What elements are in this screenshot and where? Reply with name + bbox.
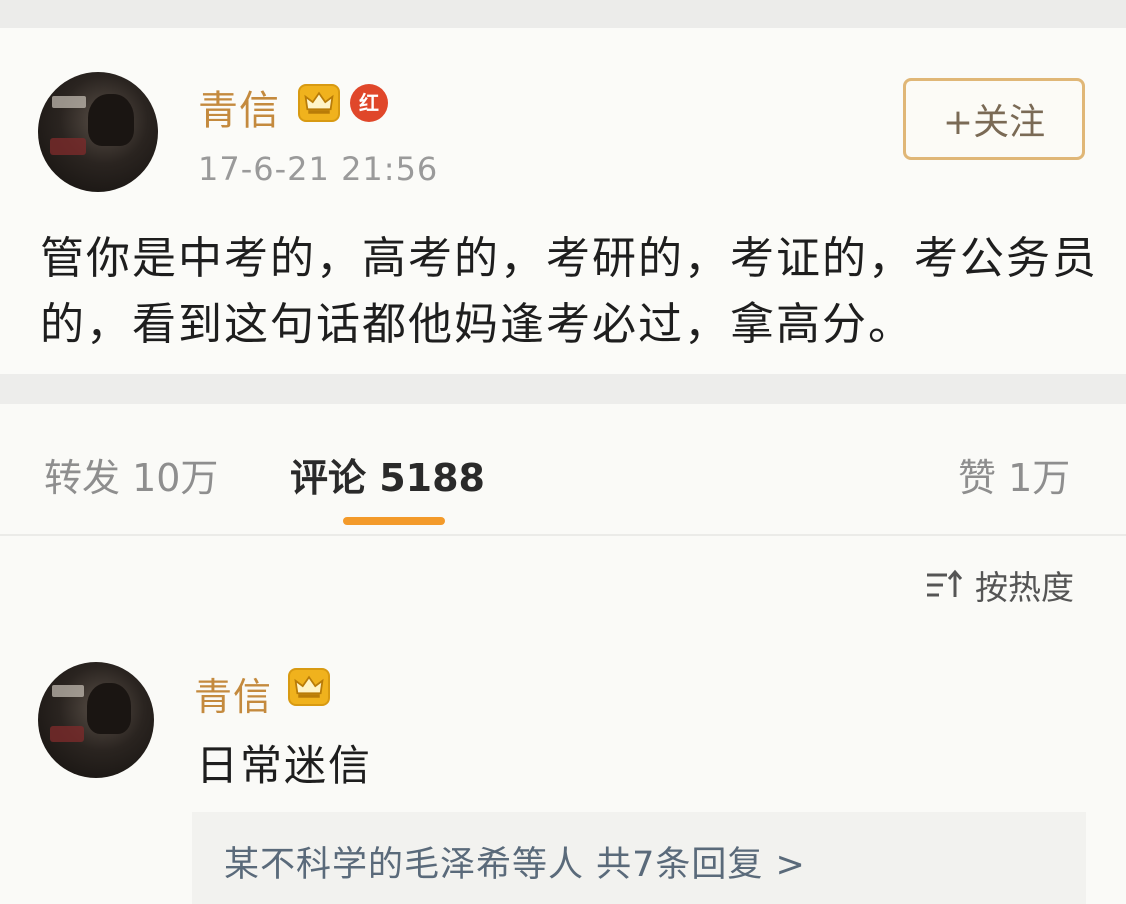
sort-icon [925,569,963,601]
top-strip [0,0,1126,28]
comment-avatar[interactable] [38,662,154,778]
comment-author-name[interactable]: 青信 [194,666,272,721]
avatar-figure [86,682,131,734]
crown-icon [298,84,340,122]
post-timestamp: 17-6-21 21:56 [198,150,439,188]
section-gap [0,374,1126,404]
follow-button-label: +关注 [942,102,1046,143]
avatar-screen [50,138,86,155]
sort-control[interactable]: 按热度 [925,565,1074,607]
crown-icon [288,668,330,706]
avatar-light [52,96,86,108]
post-author-name[interactable]: 青信 [198,78,280,136]
red-badge-icon: 红 [350,84,388,122]
avatar-figure [88,93,134,147]
avatar-screen [49,725,85,743]
active-tab-indicator [343,517,445,525]
sort-label: 按热度 [975,568,1074,607]
divider [0,534,1126,536]
comment-body: 日常迷信 [196,741,373,790]
replies-link[interactable]: 某不科学的毛泽希等人 共7条回复 > [224,836,806,887]
post-body: 管你是中考的，高考的，考研的，考证的，考公务员的，看到这句话都他妈逢考必过，拿高… [40,233,1098,350]
avatar-light [51,685,85,697]
author-avatar[interactable] [38,72,158,192]
tab-repost[interactable]: 转发 10万 [44,447,218,502]
tab-likes[interactable]: 赞 1万 [958,447,1070,502]
tab-comments[interactable]: 评论 5188 [290,447,485,502]
follow-button[interactable]: +关注 [903,78,1085,160]
